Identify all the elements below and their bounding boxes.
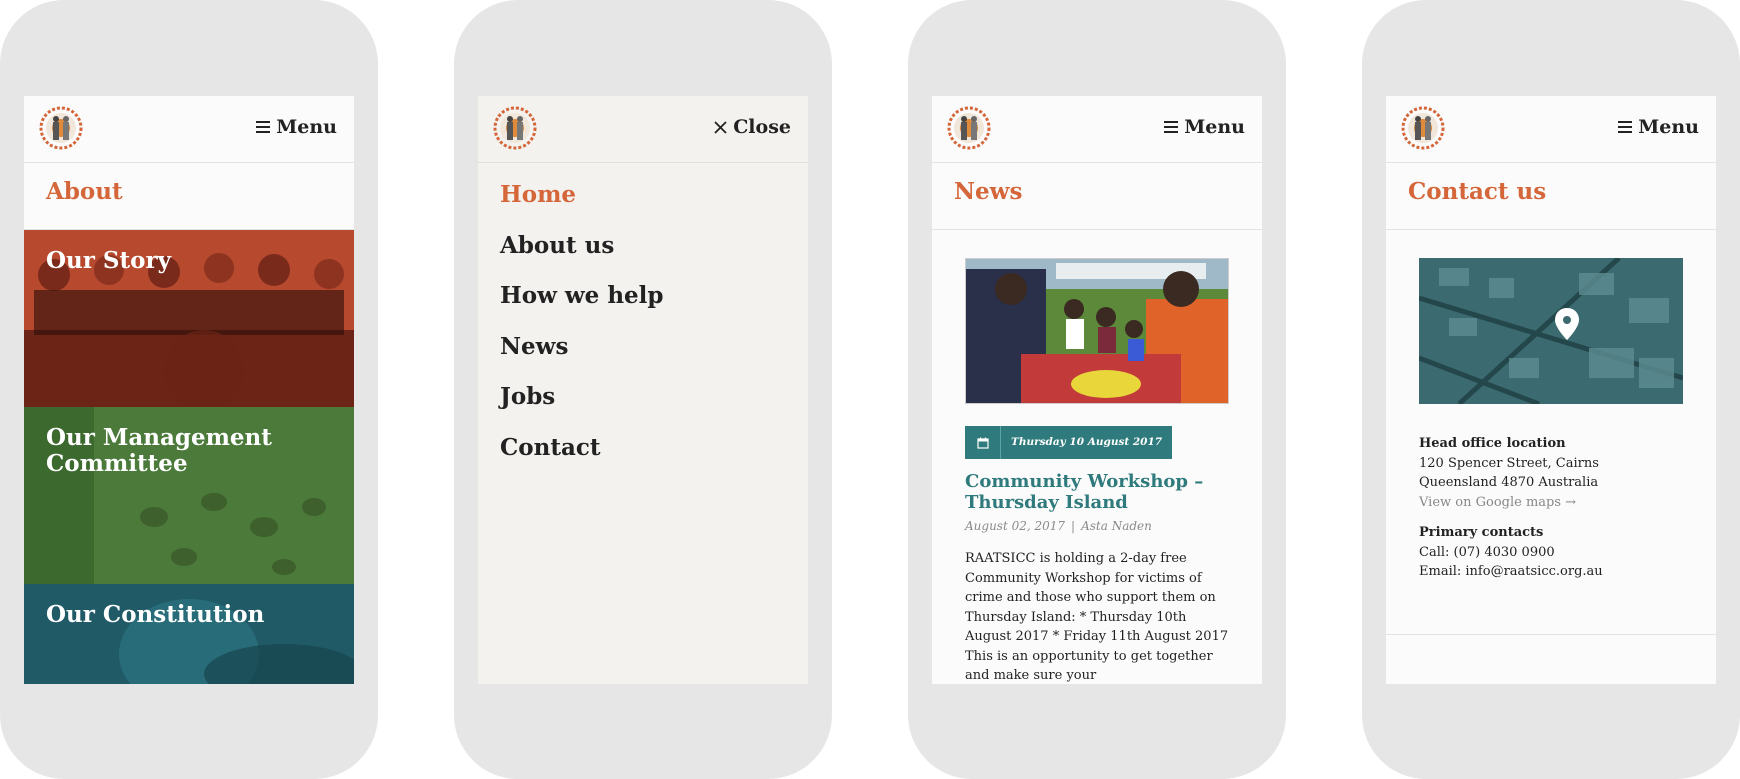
news-article-author: Asta Naden [1081, 519, 1152, 533]
logo-icon[interactable] [39, 106, 83, 150]
logo-icon[interactable] [947, 106, 991, 150]
map-image [1419, 258, 1683, 404]
top-bar: Close [478, 96, 808, 163]
top-bar: Menu [1386, 96, 1716, 163]
menu-button[interactable]: Menu [1164, 116, 1245, 138]
news-article-image[interactable] [965, 258, 1229, 404]
email-address[interactable]: Email: info@raatsicc.org.au [1419, 562, 1683, 582]
tile-our-management-committee[interactable]: Our Management Committee [24, 407, 354, 584]
contact-details: Head office location 120 Spencer Street,… [1419, 434, 1683, 582]
news-article-card: Thursday 10 August 2017 Community Worksh… [932, 230, 1262, 684]
footer-divider [1386, 634, 1716, 635]
nav-item-how-we-help[interactable]: How we help [500, 278, 786, 329]
contact-screen: Menu Contact us Head office location 120… [1386, 96, 1716, 684]
menu-label: Menu [1184, 116, 1245, 138]
workshop-photo [966, 259, 1228, 403]
tile-label: Our Management Committee [46, 424, 272, 477]
tile-label: Our Story [46, 247, 171, 274]
logo-icon[interactable] [1401, 106, 1445, 150]
menu-label: Menu [1638, 116, 1699, 138]
news-article-date: August 02, 2017 [965, 519, 1066, 533]
phone-number[interactable]: Call: (07) 4030 0900 [1419, 543, 1683, 563]
calendar-icon [965, 426, 1001, 459]
main-nav: Home About us How we help News Jobs Cont… [478, 163, 808, 494]
close-label: Close [733, 116, 791, 138]
page-header: About [24, 163, 354, 230]
menu-label: Menu [276, 116, 337, 138]
hamburger-icon [1164, 121, 1179, 133]
menu-button[interactable]: Menu [1618, 116, 1699, 138]
meta-separator: | [1071, 519, 1076, 533]
news-article-excerpt: RAATSICC is holding a 2-day free Communi… [965, 551, 1229, 683]
phone-frame-about: Menu About Our Story Our Management Comm… [0, 0, 378, 779]
phone-frame-news: Menu News Thursday 10 August 2017 Commun… [908, 0, 1286, 779]
close-button[interactable]: Close [714, 116, 791, 138]
tile-our-constitution[interactable]: Our Constitution [24, 584, 354, 684]
hamburger-icon [1618, 121, 1633, 133]
menu-button[interactable]: Menu [256, 116, 337, 138]
location-map[interactable] [1419, 258, 1683, 404]
google-maps-link[interactable]: View on Google maps → [1419, 493, 1683, 513]
head-office-heading: Head office location [1419, 436, 1566, 451]
nav-item-about-us[interactable]: About us [500, 228, 786, 279]
nav-item-home[interactable]: Home [500, 177, 786, 228]
address-line-2: Queensland 4870 Australia [1419, 475, 1599, 490]
phone-frame-contact: Menu Contact us Head office location 120… [1362, 0, 1740, 779]
primary-contacts-heading: Primary contacts [1419, 525, 1544, 540]
page-title: News [954, 178, 1023, 205]
date-badge: Thursday 10 August 2017 [965, 426, 1229, 459]
date-badge-text: Thursday 10 August 2017 [1001, 426, 1173, 459]
tile-our-story[interactable]: Our Story [24, 230, 354, 407]
our-constitution-photo [24, 584, 354, 684]
contact-content: Head office location 120 Spencer Street,… [1386, 230, 1716, 582]
nav-item-contact[interactable]: Contact [500, 430, 786, 481]
hamburger-icon [256, 121, 271, 133]
address-line-1: 120 Spencer Street, Cairns [1419, 455, 1599, 471]
page-header: News [932, 163, 1262, 230]
page-header: Contact us [1386, 163, 1716, 230]
page-title: About [46, 178, 123, 205]
nav-item-jobs[interactable]: Jobs [500, 379, 786, 430]
menu-screen: Close Home About us How we help News Job… [478, 96, 808, 684]
close-icon [714, 120, 727, 134]
phone-frame-menu: Close Home About us How we help News Job… [454, 0, 832, 779]
news-screen: Menu News Thursday 10 August 2017 Commun… [932, 96, 1262, 684]
page-title: Contact us [1408, 178, 1547, 205]
news-article-meta: August 02, 2017 | Asta Naden [965, 519, 1229, 533]
news-article-title[interactable]: Community Workshop – Thursday Island [965, 471, 1229, 513]
logo-icon[interactable] [493, 106, 537, 150]
nav-item-news[interactable]: News [500, 329, 786, 380]
top-bar: Menu [24, 96, 354, 163]
about-screen: Menu About Our Story Our Management Comm… [24, 96, 354, 684]
tile-label: Our Constitution [46, 601, 265, 628]
top-bar: Menu [932, 96, 1262, 163]
